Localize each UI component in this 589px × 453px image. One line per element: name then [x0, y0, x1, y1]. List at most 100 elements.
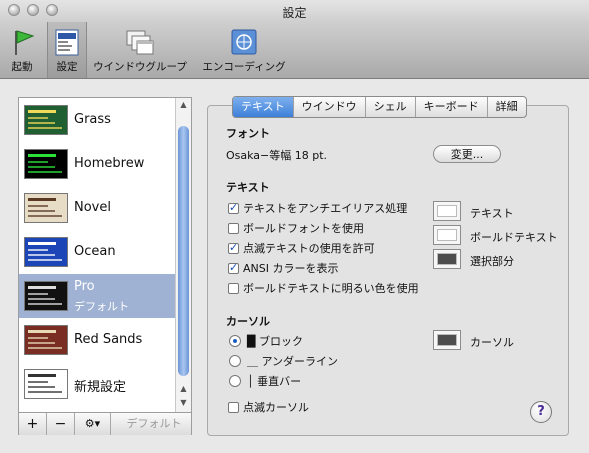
thumb-line [28, 215, 62, 217]
color-swatch [437, 205, 457, 217]
checkbox-label: ボールドフォントを使用 [243, 222, 364, 235]
color-swatch [437, 253, 457, 265]
thumb-line [28, 342, 55, 344]
thumb-line [28, 166, 55, 168]
checkbox-box[interactable] [228, 401, 239, 413]
tab-text[interactable]: テキスト [233, 97, 294, 117]
checkbox-box[interactable] [228, 201, 239, 214]
profile-thumbnail [24, 149, 68, 179]
radio-label: ＿ アンダーライン [247, 355, 339, 368]
thumb-line [28, 386, 55, 388]
thumb-line [28, 117, 48, 119]
default-profile-label: デフォルト [74, 300, 129, 313]
profile-name: Ocean [74, 244, 116, 259]
scroll-up-icon[interactable]: ▲ [176, 382, 191, 396]
thumb-line [28, 171, 62, 173]
radio-label: █ ブロック [247, 335, 303, 348]
bright-bold-checkbox[interactable]: ボールドテキストに明るい色を使用 [228, 280, 419, 296]
profile-item-red-sands[interactable]: Red Sands [19, 318, 175, 362]
thumb-line [28, 347, 62, 349]
radio-dot[interactable] [229, 335, 241, 347]
tab-advanced[interactable]: 詳細 [488, 97, 526, 117]
cursor-underline-radio[interactable]: ＿ アンダーライン [229, 353, 338, 369]
profile-name: Novel [74, 200, 111, 215]
checkbox-box[interactable] [228, 241, 239, 254]
checkbox-label: テキストをアンチエイリアス処理 [243, 202, 408, 215]
selection-color-label: 選択部分 [470, 255, 514, 268]
checkbox-box[interactable] [228, 282, 239, 294]
window-title: 設定 [282, 6, 307, 20]
thumb-line [28, 161, 48, 163]
cursor-block-radio[interactable]: █ ブロック [229, 333, 303, 349]
bold-font-checkbox[interactable]: ボールドフォントを使用 [228, 220, 364, 236]
thumb-line [28, 391, 62, 393]
toolbar-startup-label: 起動 [11, 61, 33, 73]
selection-color-well[interactable] [433, 249, 461, 269]
set-default-button[interactable]: デフォルト [117, 413, 191, 435]
thumb-line [28, 337, 48, 339]
toolbar-encodings-label: エンコーディング [202, 61, 286, 73]
gear-menu-button[interactable]: ⚙▾ [75, 413, 111, 435]
profile-item-new-settings[interactable]: 新規設定 [19, 362, 175, 406]
change-font-button[interactable]: 変更... [433, 145, 501, 163]
toolbar-startup[interactable]: 起動 [4, 22, 40, 78]
profile-list-panel: Grass Homebrew Novel Ocean Pro デフォルト Red… [18, 97, 192, 435]
remove-profile-button[interactable]: − [47, 413, 75, 435]
settings-content: Grass Homebrew Novel Ocean Pro デフォルト Red… [0, 79, 589, 453]
radio-label: │ 垂直バー [247, 375, 302, 388]
toolbar-window-groups[interactable]: ウインドウグループ [92, 22, 188, 78]
scroll-up-icon[interactable]: ▲ [176, 98, 191, 112]
profile-list-scrollbar[interactable]: ▲ ▲ ▼ [175, 98, 191, 412]
thumb-line [28, 242, 56, 245]
text-color-well[interactable] [433, 201, 461, 221]
thumb-line [28, 293, 48, 295]
thumb-line [28, 205, 48, 207]
profile-item-novel[interactable]: Novel [19, 186, 175, 230]
bold-text-color-well[interactable] [433, 225, 461, 245]
profile-thumbnail [24, 237, 68, 267]
profile-thumbnail [24, 325, 68, 355]
checkbox-label: 点滅テキストの使用を許可 [243, 242, 375, 255]
thumb-line [28, 110, 56, 113]
blink-cursor-checkbox[interactable]: 点滅カーソル [228, 399, 309, 415]
antialias-checkbox[interactable]: テキストをアンチエイリアス処理 [228, 200, 407, 216]
cursor-bar-radio[interactable]: │ 垂直バー [229, 373, 301, 389]
scroll-down-icon[interactable]: ▼ [176, 396, 191, 410]
profile-item-grass[interactable]: Grass [19, 98, 175, 142]
profile-list[interactable]: Grass Homebrew Novel Ocean Pro デフォルト Red… [19, 98, 175, 412]
checkbox-label: 点滅カーソル [243, 401, 309, 414]
font-value: Osaka−等幅 18 pt. [226, 149, 328, 162]
thumb-line [28, 127, 62, 129]
thumb-line [28, 259, 62, 261]
radio-dot[interactable] [229, 355, 241, 367]
tab-window[interactable]: ウインドウ [294, 97, 366, 117]
toolbar-settings[interactable]: 設定 [47, 22, 87, 78]
checkbox-label: ANSI カラーを表示 [243, 262, 339, 275]
tab-shell[interactable]: シェル [366, 97, 416, 117]
profile-item-ocean[interactable]: Ocean [19, 230, 175, 274]
toolbar: 起動 設定 ウインドウグループ エンコーディング [0, 22, 589, 79]
profile-item-homebrew[interactable]: Homebrew [19, 142, 175, 186]
radio-dot[interactable] [229, 375, 241, 387]
checkbox-box[interactable] [228, 261, 239, 274]
checkbox-box[interactable] [228, 222, 239, 234]
thumb-line [28, 303, 62, 305]
color-swatch [437, 229, 457, 241]
blink-text-checkbox[interactable]: 点滅テキストの使用を許可 [228, 240, 375, 256]
profile-name: Homebrew [74, 156, 145, 171]
tab-bar: テキスト ウインドウ シェル キーボード 詳細 [232, 96, 527, 118]
thumb-line [28, 330, 56, 333]
profile-item-pro[interactable]: Pro デフォルト [19, 274, 175, 318]
profile-name: Red Sands [74, 332, 143, 347]
cursor-color-well[interactable] [433, 330, 461, 350]
un-globe-icon [229, 27, 259, 57]
toolbar-encodings[interactable]: エンコーディング [198, 22, 290, 78]
add-profile-button[interactable]: + [19, 413, 47, 435]
green-flag-icon [7, 27, 37, 57]
ansi-color-checkbox[interactable]: ANSI カラーを表示 [228, 260, 338, 276]
thumb-line [28, 122, 55, 124]
help-button[interactable]: ? [530, 401, 552, 423]
scrollbar-thumb[interactable] [178, 126, 189, 376]
tab-keyboard[interactable]: キーボード [416, 97, 488, 117]
text-color-label: テキスト [470, 207, 514, 220]
